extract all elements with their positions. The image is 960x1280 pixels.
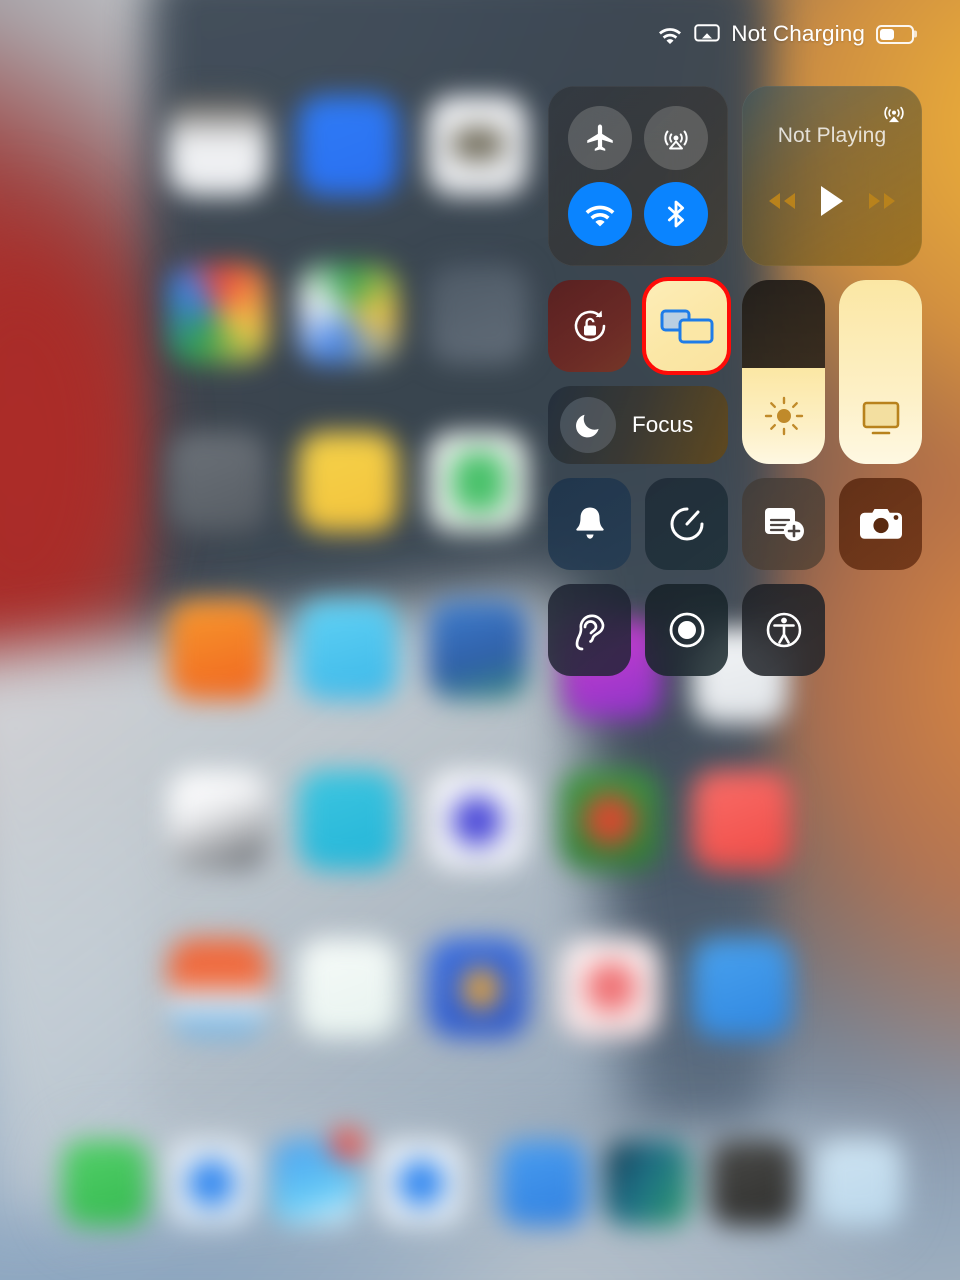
airplane-mode-button[interactable]: [568, 106, 632, 170]
wifi-button[interactable]: [568, 182, 632, 246]
app-icon: [452, 452, 506, 512]
hearing-button[interactable]: [548, 584, 631, 676]
dock-app-icon: [500, 1140, 586, 1226]
record-icon: [664, 607, 710, 653]
play-icon[interactable]: [817, 184, 847, 218]
connectivity-module: [548, 86, 728, 266]
bluetooth-icon: [660, 198, 692, 230]
app-icon: [298, 96, 398, 196]
rotation-lock-button[interactable]: [548, 280, 631, 372]
screen-mirroring-icon: [659, 306, 715, 346]
control-center: Not Playing Focus: [548, 86, 922, 690]
app-icon: [692, 938, 792, 1038]
fast-forward-icon[interactable]: [866, 190, 900, 212]
wifi-icon: [583, 201, 617, 227]
app-icon: [692, 770, 792, 870]
airdrop-button[interactable]: [644, 106, 708, 170]
app-icon: [462, 968, 500, 1010]
camera-button[interactable]: [839, 478, 922, 570]
rotation-lock-unlocked-icon: [565, 301, 615, 351]
screen-mirroring-button[interactable]: [642, 277, 731, 375]
timer-button[interactable]: [645, 478, 728, 570]
app-icon: [168, 432, 268, 532]
quick-note-button[interactable]: [742, 478, 825, 570]
screen-recording-button[interactable]: [645, 584, 728, 676]
dock-app-icon: [710, 1140, 796, 1226]
media-playback-module[interactable]: Not Playing: [742, 86, 922, 266]
bluetooth-button[interactable]: [644, 182, 708, 246]
rewind-icon[interactable]: [764, 190, 798, 212]
brightness-slider[interactable]: [742, 280, 825, 464]
timer-icon: [665, 502, 709, 546]
alarm-button[interactable]: [548, 478, 631, 570]
brightness-icon: [742, 394, 825, 438]
app-icon: [298, 600, 398, 700]
app-icon: [298, 770, 398, 870]
dock-app-icon: [604, 1140, 690, 1226]
bell-icon: [570, 503, 610, 545]
status-bar: Not Charging: [657, 0, 960, 68]
airdrop-icon: [658, 120, 694, 156]
app-icon: [452, 128, 504, 160]
notification-badge: [330, 1128, 364, 1162]
airplane-icon: [583, 121, 617, 155]
focus-button[interactable]: Focus: [548, 386, 728, 464]
airplay-audio-icon[interactable]: [879, 98, 909, 128]
app-icon: [168, 938, 268, 1038]
dock-app-icon: [398, 1160, 444, 1206]
app-icon: [168, 264, 268, 364]
display-slider[interactable]: [839, 280, 922, 464]
app-icon: [586, 962, 636, 1012]
dock-app-icon: [188, 1160, 234, 1206]
dock-app-icon: [62, 1140, 148, 1226]
app-icon: [428, 264, 528, 364]
dock-app-icon: [816, 1140, 902, 1226]
app-icon: [168, 600, 268, 700]
app-icon: [168, 770, 268, 870]
app-icon: [584, 794, 636, 846]
screen-mirroring-icon: [694, 24, 720, 44]
charging-status-label: Not Charging: [731, 21, 865, 46]
brightness-track: [742, 280, 825, 369]
app-icon: [298, 264, 398, 364]
display-icon: [839, 398, 922, 438]
wifi-icon: [657, 25, 683, 44]
app-icon: [298, 938, 398, 1038]
accessibility-icon: [761, 607, 807, 653]
app-icon: [428, 600, 528, 700]
moon-icon: [560, 397, 616, 453]
note-add-icon: [761, 503, 807, 545]
battery-icon: [876, 24, 914, 44]
app-icon: [298, 432, 398, 532]
app-icon: [168, 96, 268, 196]
ear-icon: [570, 607, 610, 653]
accessibility-button[interactable]: [742, 584, 825, 676]
focus-label: Focus: [632, 412, 694, 437]
app-icon: [452, 796, 502, 846]
camera-icon: [858, 505, 904, 543]
